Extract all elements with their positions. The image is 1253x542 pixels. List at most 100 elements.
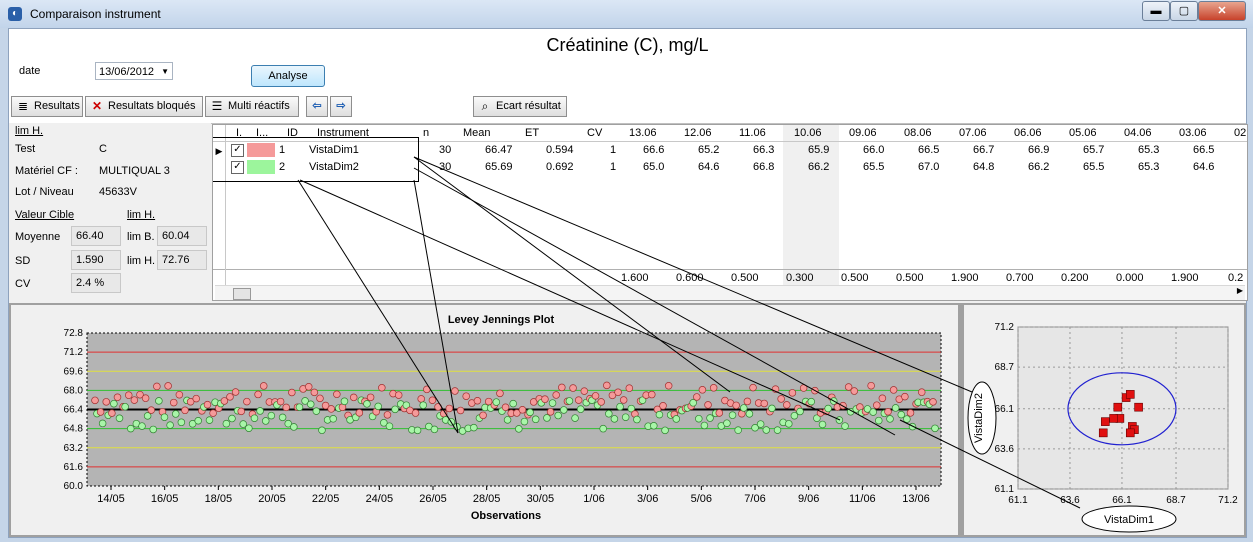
col-header-date[interactable]: 09.06 [849, 125, 877, 141]
row-mean: 66.47 [485, 144, 513, 156]
scatter-point [1113, 402, 1123, 412]
lj-point-vistadim2 [796, 407, 804, 416]
col-header-date[interactable]: 08.06 [904, 125, 932, 141]
col-header-date[interactable]: 05.06 [1069, 125, 1097, 141]
col-header-date[interactable]: 06.06 [1014, 125, 1042, 141]
previous-arrow-icon[interactable]: ⇦ [306, 96, 328, 117]
col-header-date[interactable]: 13.06 [629, 125, 657, 141]
lj-point-vistadim1 [439, 409, 448, 418]
lj-point-vistadim2 [830, 397, 838, 405]
lj-point-vistadim1 [743, 397, 752, 406]
lj-point-vistadim1 [614, 388, 622, 397]
close-button[interactable]: ✕ [1198, 1, 1246, 21]
col-header-date[interactable]: 04.06 [1124, 125, 1152, 141]
lj-point-vistadim1 [366, 393, 375, 402]
lj-xlabel: Observations [471, 510, 541, 522]
lj-point-vistadim1 [175, 390, 184, 399]
col-header-date[interactable]: 12.06 [684, 125, 712, 141]
resultats-tab[interactable]: ≣ Resultats [11, 96, 83, 117]
lj-ytick-label: 61.6 [64, 462, 84, 473]
col-header-date[interactable]: 07.06 [959, 125, 987, 141]
row-cv: 1 [610, 161, 617, 173]
lj-point-vistadim2 [785, 420, 793, 428]
lj-point-vistadim1 [648, 390, 656, 399]
lj-point-vistadim1 [884, 407, 892, 416]
footer-value: 0.300 [786, 272, 814, 284]
application-window: ◐ Comparaison instrument ▬ ▢ ✕ Créatinin… [0, 0, 1253, 542]
lj-point-vistadim1 [451, 387, 459, 395]
lj-point-vistadim2 [110, 399, 118, 408]
row-value: 66.5 [1193, 144, 1215, 156]
lot-label: Lot / Niveau [15, 186, 74, 198]
col-header-n[interactable]: n [423, 125, 429, 141]
lj-point-vistadim1 [355, 409, 364, 417]
scatter-xtick-label: 63.6 [1060, 495, 1080, 506]
analyse-button[interactable]: Analyse [251, 65, 325, 87]
col-header-cv[interactable]: CV [587, 125, 602, 141]
results-grid[interactable]: I. I... ID Instrument n Mean ET CV 13.06… [212, 124, 1248, 301]
lj-point-vistadim2 [138, 422, 146, 430]
footer-value: 0.2 [1228, 272, 1244, 284]
lj-point-vistadim1 [541, 395, 549, 403]
lj-point-vistadim2 [931, 424, 939, 433]
lj-point-vistadim2 [891, 404, 900, 412]
lj-point-vistadim1 [603, 381, 611, 390]
maximize-button[interactable]: ▢ [1170, 1, 1198, 21]
footer-value: 0.600 [676, 272, 704, 284]
sd-value: 1.590 [71, 250, 121, 270]
scatter-xtick-label: 68.7 [1166, 495, 1186, 506]
charts-area: Levey Jennings Plot Observations 72.8 71.… [9, 303, 1246, 537]
lj-point-vistadim2 [903, 415, 911, 423]
lj-xtick-label: 3/06 [637, 493, 658, 505]
lj-point-vistadim2 [841, 422, 849, 430]
lj-point-vistadim1 [777, 395, 785, 403]
lj-point-vistadim2 [762, 426, 771, 434]
col-header-date[interactable]: 03.06 [1179, 125, 1207, 141]
lj-point-vistadim2 [374, 402, 382, 411]
row-value: 66.7 [973, 144, 995, 156]
lj-point-vistadim1 [181, 406, 189, 415]
correlation-scatter[interactable]: VistaDim2 VistaDim1 61.1 63.6 66.1 68.7 71.2… [964, 305, 1244, 535]
scatter-xtick-label: 71.2 [1218, 495, 1238, 506]
ecart-resultat-button[interactable]: ⌕ Ecart résultat [473, 96, 567, 117]
col-header-date[interactable]: 11.06 [739, 125, 766, 141]
lim-b-label: lim B. [127, 231, 155, 243]
minimize-button[interactable]: ▬ [1142, 1, 1170, 21]
col-header-et[interactable]: ET [525, 125, 539, 141]
lj-point-vistadim1 [231, 388, 240, 396]
col-header-date[interactable]: 10.06 [794, 125, 822, 141]
lj-point-vistadim1 [873, 401, 881, 409]
scroll-right-icon[interactable]: ▶ [1237, 286, 1243, 295]
date-picker[interactable]: 13/06/2012 ▼ [95, 62, 173, 80]
bloques-label: Resultats bloqués [108, 100, 196, 112]
col-header-date[interactable]: 02 [1234, 125, 1246, 141]
lj-point-vistadim2 [869, 408, 877, 416]
lj-point-vistadim1 [558, 383, 566, 392]
lj-point-vistadim2 [295, 403, 304, 411]
lj-point-vistadim1 [96, 408, 105, 416]
lj-point-vistadim2 [807, 397, 816, 406]
lj-point-vistadim1 [788, 389, 797, 397]
levey-jennings-plot[interactable]: Levey Jennings Plot Observations 72.8 71.… [11, 305, 958, 535]
next-arrow-icon[interactable]: ⇨ [330, 96, 352, 117]
horizontal-scrollbar[interactable]: ▶ [215, 285, 1245, 300]
sd-label: SD [15, 255, 31, 267]
lj-point-vistadim1 [288, 388, 296, 397]
multi-reactifs-tab[interactable]: ☰ Multi réactifs [205, 96, 299, 117]
lj-ytick-label: 71.2 [64, 347, 84, 358]
lj-point-vistadim1 [664, 382, 673, 390]
lj-point-vistadim1 [496, 389, 504, 398]
scrollbar-thumb[interactable] [233, 288, 251, 300]
lj-xtick-label: 24/05 [366, 493, 394, 505]
lj-point-vistadim1 [625, 384, 634, 392]
footer-value: 0.500 [841, 272, 869, 284]
scatter-point [1109, 414, 1118, 423]
lj-point-vistadim2 [695, 414, 703, 423]
col-header-mean[interactable]: Mean [463, 125, 491, 141]
lj-point-vistadim1 [327, 405, 335, 413]
lj-point-vistadim1 [501, 403, 510, 412]
lj-point-vistadim2 [245, 424, 253, 432]
lj-point-vistadim2 [756, 420, 765, 428]
lj-point-vistadim1 [783, 401, 791, 409]
resultats-bloques-tab[interactable]: ✕ Resultats bloqués [85, 96, 203, 117]
